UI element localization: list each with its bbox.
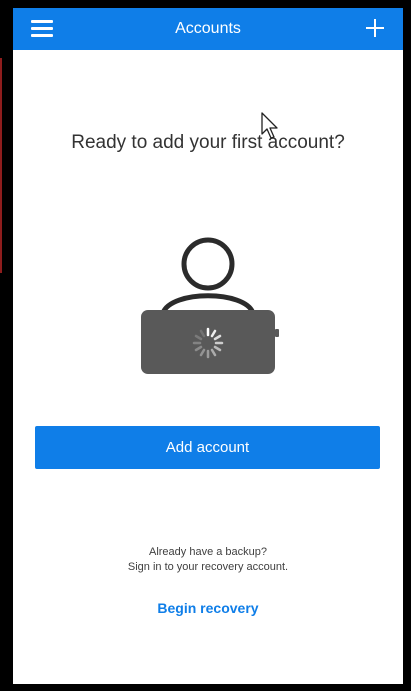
app-header: Accounts [13, 8, 403, 50]
backup-message: Already have a backup? Sign in to your r… [13, 545, 403, 575]
backup-message-line-1: Already have a backup? [148, 546, 268, 558]
person-head-shape [181, 237, 235, 291]
plus-icon[interactable] [363, 16, 387, 40]
phone-frame: Accounts Ready to add your first account… [0, 0, 411, 691]
laptop-shape [141, 310, 275, 374]
laptop-side-tab [275, 329, 279, 337]
mouse-cursor-icon [261, 112, 278, 139]
account-laptop-loading-icon [141, 237, 279, 374]
add-account-button[interactable]: Add account [35, 426, 380, 469]
backup-message-line-2: Sign in to your recovery account. [127, 561, 289, 573]
begin-recovery-link[interactable]: Begin recovery [13, 600, 403, 616]
side-accent-strip [0, 58, 2, 273]
welcome-heading: Ready to add your first account? [71, 132, 345, 153]
page-title: Accounts [175, 20, 241, 37]
app-screen: Accounts Ready to add your first account… [13, 8, 403, 684]
